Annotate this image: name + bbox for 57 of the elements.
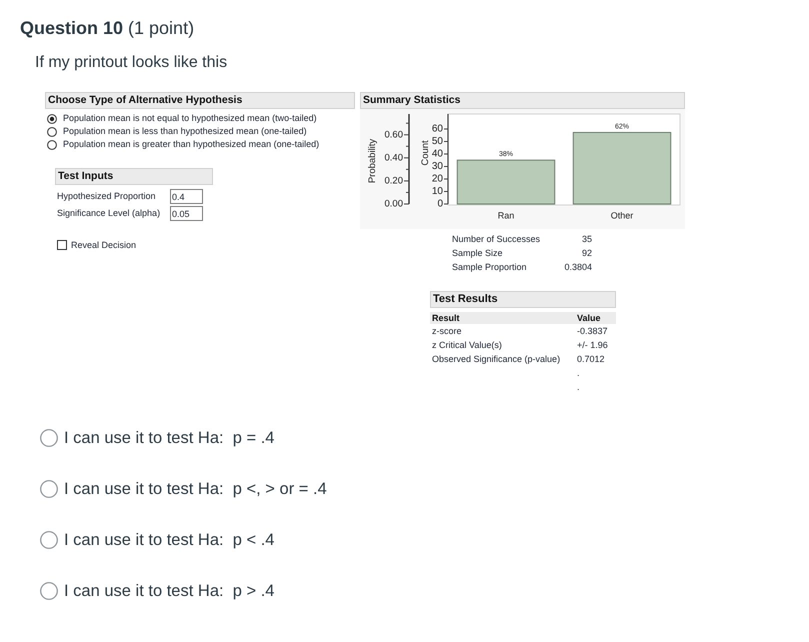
axis-title: Probability xyxy=(367,138,378,184)
radio-button[interactable] xyxy=(47,126,57,136)
answer-label: I can use it to test Ha: p <, > or = .4 xyxy=(64,478,327,498)
panel-header: Test Inputs xyxy=(55,168,213,185)
table-cell-text: +/- 1.96 xyxy=(577,339,609,352)
option-label: Population mean is less than hypothesized mean (one-tailed) xyxy=(63,125,307,138)
axis-tick-label: 0 xyxy=(437,198,443,210)
axis-tick-label: 50 xyxy=(432,136,443,148)
answer-label: I can use it to test Ha: p = .4 xyxy=(64,428,274,448)
panel-header: Test Results xyxy=(430,291,616,308)
axis-tick-label: 0.20 xyxy=(384,175,403,186)
axis-tick-label: 0.60 xyxy=(384,129,403,140)
axis-title: Count xyxy=(420,140,431,166)
panel-header: Choose Type of Alternative Hypothesis xyxy=(45,92,355,109)
checkbox[interactable] xyxy=(57,240,67,250)
radio-button[interactable] xyxy=(47,114,57,124)
table-cell-text: Observed Significance (p-value) xyxy=(431,353,562,366)
table-cell-text: z-score xyxy=(431,325,463,338)
stat-label: Sample Size xyxy=(452,247,503,260)
field-label: Hypothesized Proportion xyxy=(57,190,157,203)
stat-value: 92 xyxy=(582,247,592,260)
axis-tick-label: 0.00 xyxy=(384,198,403,210)
axis-tick-label: 30 xyxy=(432,161,443,172)
axis-tick-label: 20 xyxy=(432,174,443,185)
input-field[interactable]: 0.05 xyxy=(170,206,203,221)
answer-label: I can use it to test Ha: p < .4 xyxy=(64,530,274,550)
axis-tick-label: 40 xyxy=(432,148,443,160)
field-label: Significance Level (alpha) xyxy=(57,207,162,220)
panel-header: Summary Statistics xyxy=(360,92,685,109)
stat-label: Number of Successes xyxy=(452,233,540,246)
table-cell-text: -0.3837 xyxy=(577,325,609,338)
axis-tick-label: 60 xyxy=(432,124,443,135)
input-field[interactable]: 0.4 xyxy=(170,189,203,204)
axis-tick-label: 0.40 xyxy=(384,152,403,164)
question-title: Question 10 (1 point) xyxy=(20,17,194,40)
checkbox-label: Reveal Decision xyxy=(71,238,136,252)
category-label: Ran xyxy=(498,210,514,220)
radio-button[interactable] xyxy=(40,480,58,498)
table-cell-text: 0.7012 xyxy=(577,353,606,366)
stat-value: 0.3804 xyxy=(564,261,592,274)
question-prompt: If my printout looks like this xyxy=(35,53,228,73)
table-cell-text: . xyxy=(577,367,581,380)
category-label: Other xyxy=(610,210,634,220)
axis-tick-label: 10 xyxy=(432,186,443,198)
stat-value: 35 xyxy=(582,233,592,246)
radio-button[interactable] xyxy=(40,582,58,600)
radio-button[interactable] xyxy=(40,428,58,446)
radio-button[interactable] xyxy=(47,140,57,150)
table-cell-text: . xyxy=(577,381,581,394)
option-label: Population mean is not equal to hypothesized mean (two-tailed) xyxy=(63,112,317,125)
column-header: Result xyxy=(431,312,461,324)
column-header: Value xyxy=(577,312,602,324)
table-cell-text: z Critical Value(s) xyxy=(431,339,503,352)
radio-button[interactable] xyxy=(40,530,58,548)
stat-label: Sample Proportion xyxy=(452,261,527,274)
option-label: Population mean is greater than hypothesized mean (one-tailed) xyxy=(63,138,320,151)
answer-label: I can use it to test Ha: p > .4 xyxy=(64,580,274,600)
